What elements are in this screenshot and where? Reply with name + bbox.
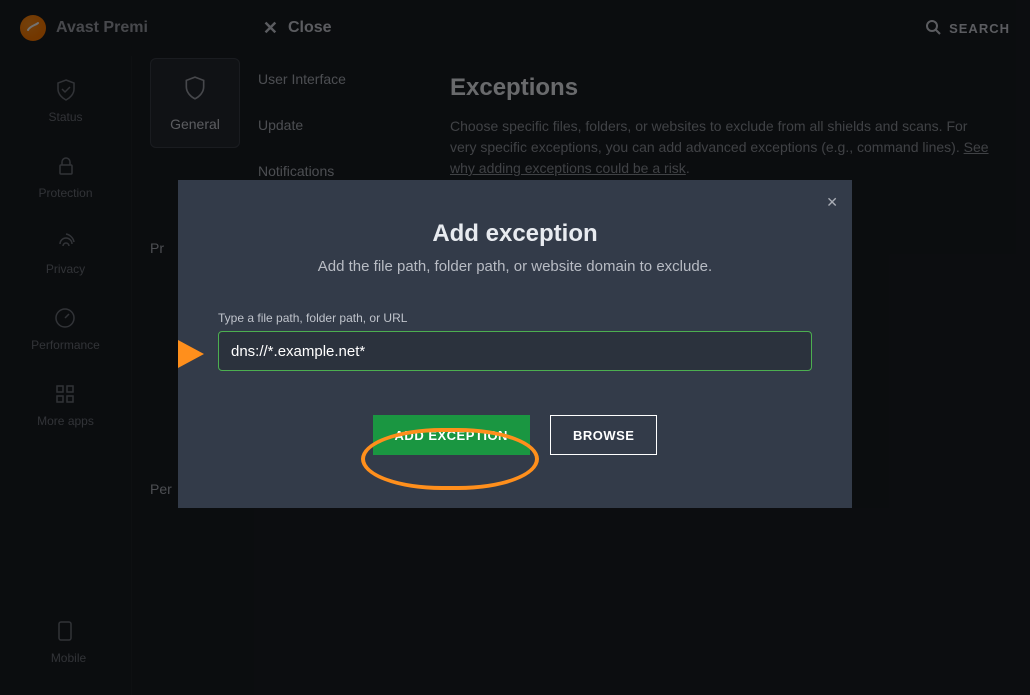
path-field-label: Type a file path, folder path, or URL: [218, 311, 812, 325]
close-x-icon: ✕: [826, 194, 838, 210]
dialog-title: Add exception: [178, 220, 852, 248]
add-exception-dialog: ✕ Add exception Add the file path, folde…: [178, 180, 852, 508]
dialog-close-button[interactable]: ✕: [826, 194, 838, 211]
add-exception-button[interactable]: ADD EXCEPTION: [373, 415, 530, 455]
exception-path-input[interactable]: [218, 331, 812, 371]
browse-button[interactable]: BROWSE: [550, 415, 658, 455]
dialog-subtitle: Add the file path, folder path, or websi…: [178, 258, 852, 275]
tutorial-pointer-icon: [178, 340, 204, 368]
